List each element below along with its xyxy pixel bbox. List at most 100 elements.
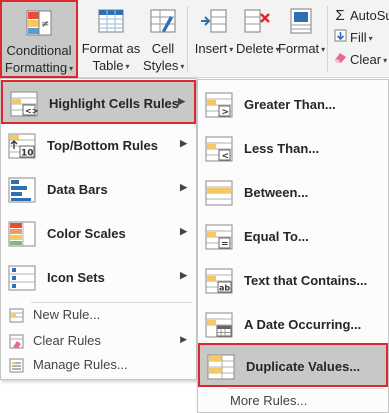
greater-than-icon: >	[205, 92, 233, 118]
svg-text:>: >	[222, 108, 230, 118]
ribbon-styles-cells-group: ≠ Conditional Formatting ▾ Format as Tabl…	[0, 0, 389, 78]
menu-item-label: Top/Bottom Rules	[47, 138, 158, 153]
delete-cells-icon	[244, 9, 270, 33]
date-occurring-icon	[205, 312, 233, 338]
cell-styles-button[interactable]: Cell Styles ▾	[143, 0, 185, 78]
format-button[interactable]: Format ▾	[278, 0, 326, 78]
chevron-down-icon: ▾	[69, 64, 74, 73]
menu-item-color-scales[interactable]: Color Scales ▶	[1, 212, 196, 256]
format-cells-icon	[290, 8, 312, 34]
menu-item-highlight-cells-rules[interactable]: <> Highlight Cells Rules ▶	[1, 80, 196, 124]
menu-item-label: Icon Sets	[47, 270, 105, 285]
insert-cells-icon	[201, 9, 227, 33]
cell-styles-label-line1: Cell	[151, 41, 175, 56]
clear-button[interactable]: Clear ▾	[333, 51, 387, 67]
submenu-item-label: Between...	[244, 185, 309, 200]
svg-text:<: <	[222, 152, 230, 162]
highlight-cells-icon: <>	[10, 91, 38, 117]
menu-item-manage-rules[interactable]: Manage Rules...	[1, 353, 196, 377]
submenu-item-label: Text that Contains...	[244, 273, 368, 288]
menu-item-data-bars[interactable]: Data Bars ▶	[1, 168, 196, 212]
highlight-cells-rules-submenu: > Greater Than... < Less Than... Between…	[197, 79, 389, 413]
menu-item-label: New Rule...	[33, 307, 101, 322]
chevron-down-icon: ▾	[321, 45, 326, 54]
conditional-formatting-button[interactable]: ≠ Conditional Formatting ▾	[0, 0, 78, 78]
menu-item-top-bottom-rules[interactable]: 10 Top/Bottom Rules ▶	[1, 124, 196, 168]
chevron-right-icon: ▶	[180, 138, 187, 148]
new-rule-icon	[9, 308, 24, 323]
chevron-right-icon: ▶	[180, 334, 187, 344]
cell-styles-icon	[150, 9, 176, 33]
delete-label: Delete ▾	[236, 41, 280, 56]
menu-item-label: Clear Rules	[33, 333, 101, 348]
autosum-button[interactable]: Σ AutoSum	[333, 7, 389, 24]
fill-down-icon	[333, 29, 347, 45]
submenu-item-less-than[interactable]: < Less Than...	[198, 127, 388, 171]
chevron-right-icon: ▶	[180, 182, 187, 192]
menu-item-icon-sets[interactable]: Icon Sets ▶	[1, 256, 196, 300]
chevron-down-icon: ▾	[368, 34, 373, 43]
svg-text:ab: ab	[219, 284, 230, 293]
menu-item-label: Manage Rules...	[33, 357, 128, 372]
clear-label: Clear	[350, 52, 382, 67]
manage-rules-icon	[9, 358, 24, 373]
conditional-formatting-label-line1: Conditional	[6, 43, 72, 58]
fill-button[interactable]: Fill ▾	[333, 29, 373, 45]
icon-sets-icon	[8, 265, 36, 291]
menu-item-label: Data Bars	[47, 182, 108, 197]
insert-button[interactable]: Insert ▾	[192, 0, 236, 78]
submenu-item-label: Duplicate Values...	[246, 359, 361, 374]
menu-item-new-rule[interactable]: New Rule...	[1, 303, 196, 327]
format-as-table-label-line2: Table ▾	[92, 58, 130, 73]
sigma-icon: Σ	[335, 7, 345, 24]
svg-text:<>: <>	[25, 107, 38, 116]
submenu-item-a-date-occurring[interactable]: A Date Occurring...	[198, 303, 388, 347]
autosum-label: AutoSum	[350, 8, 389, 23]
chevron-right-icon: ▶	[180, 226, 187, 236]
chevron-down-icon: ▾	[125, 62, 130, 71]
data-bars-icon	[8, 177, 36, 203]
submenu-item-label: A Date Occurring...	[244, 317, 362, 332]
conditional-formatting-icon: ≠	[26, 10, 52, 36]
duplicate-values-icon	[207, 354, 235, 380]
top-bottom-icon: 10	[8, 133, 36, 159]
conditional-formatting-label-line2: Formatting ▾	[4, 60, 74, 75]
submenu-item-label: More Rules...	[230, 393, 308, 408]
menu-item-label: Color Scales	[47, 226, 126, 241]
fill-label: Fill	[350, 30, 367, 45]
insert-label: Insert ▾	[194, 41, 234, 56]
ribbon-group-separator	[187, 6, 188, 72]
between-icon	[205, 180, 233, 206]
chevron-down-icon: ▾	[229, 45, 234, 54]
ribbon-group-separator	[327, 6, 328, 72]
format-as-table-button[interactable]: Format as Table ▾	[79, 0, 143, 78]
format-as-table-icon	[98, 9, 124, 33]
submenu-item-between[interactable]: Between...	[198, 171, 388, 215]
chevron-down-icon: ▾	[383, 56, 388, 65]
submenu-item-label: Greater Than...	[244, 97, 336, 112]
submenu-item-duplicate-values[interactable]: Duplicate Values...	[198, 343, 388, 387]
format-as-table-label-line1: Format as	[81, 41, 141, 56]
chevron-down-icon: ▾	[180, 62, 185, 71]
format-label: Format ▾	[278, 41, 326, 56]
text-contains-icon: ab	[205, 268, 233, 294]
delete-button[interactable]: Delete ▾	[236, 0, 280, 78]
svg-text:≠: ≠	[41, 19, 49, 30]
cell-styles-label-line2: Styles ▾	[143, 58, 185, 73]
chevron-right-icon: ▶	[178, 96, 185, 106]
color-scales-icon	[8, 221, 36, 247]
menu-item-clear-rules[interactable]: Clear Rules ▶	[1, 329, 196, 353]
submenu-item-label: Equal To...	[244, 229, 309, 244]
less-than-icon: <	[205, 136, 233, 162]
conditional-formatting-menu: <> Highlight Cells Rules ▶ 10 Top/Bottom…	[0, 78, 197, 380]
submenu-item-greater-than[interactable]: > Greater Than...	[198, 83, 388, 127]
submenu-item-equal-to[interactable]: = Equal To...	[198, 215, 388, 259]
submenu-item-more-rules[interactable]: More Rules...	[198, 389, 388, 413]
equal-to-icon: =	[205, 224, 233, 250]
chevron-right-icon: ▶	[180, 270, 187, 280]
svg-text:10: 10	[21, 149, 34, 159]
submenu-item-text-that-contains[interactable]: ab Text that Contains...	[198, 259, 388, 303]
submenu-item-label: Less Than...	[244, 141, 320, 156]
svg-text:=: =	[221, 240, 229, 250]
menu-item-label: Highlight Cells Rules	[49, 96, 180, 111]
